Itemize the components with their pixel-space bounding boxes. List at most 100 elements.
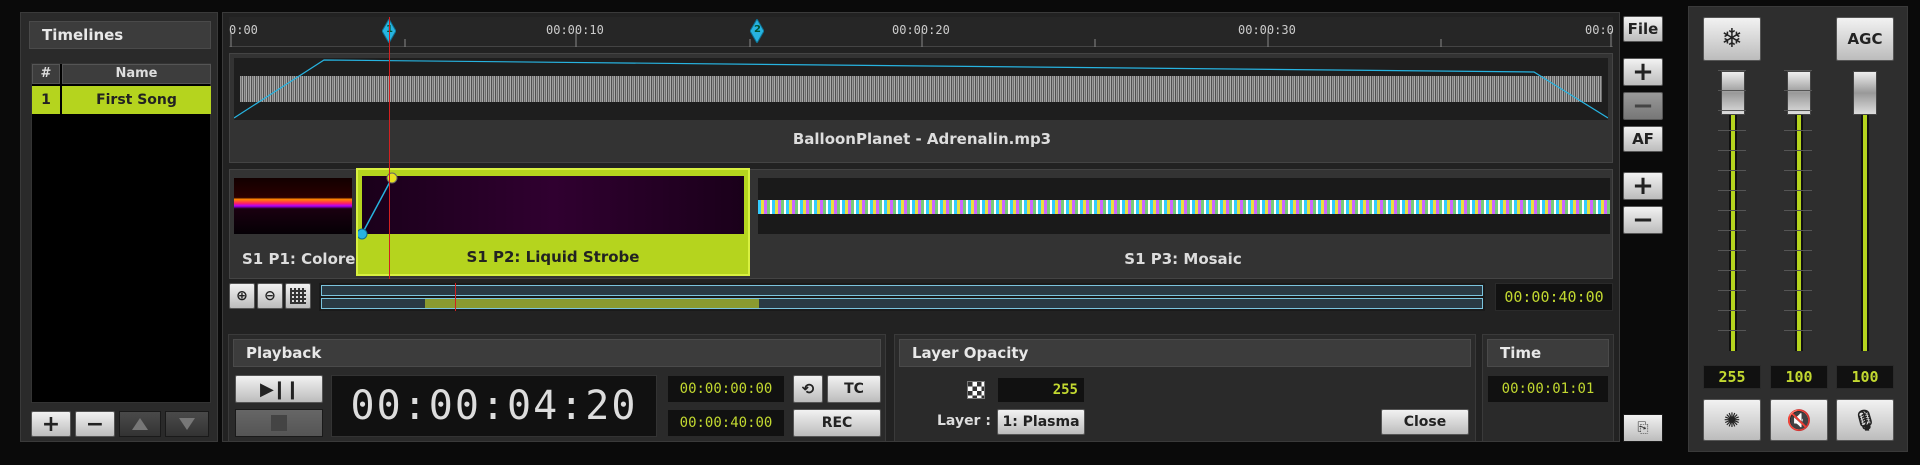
overview-selection[interactable] bbox=[425, 299, 759, 308]
master-panel: ❄ AGC 255 100 100 ✺ 🔇 🎙 bbox=[1688, 6, 1908, 452]
arrow-up-icon bbox=[132, 418, 148, 430]
layer-opacity-panel: Layer Opacity 255 Layer : 1: Plasma Clos… bbox=[894, 334, 1476, 442]
audio-file-label: BalloonPlanet - Adrenalin.mp3 bbox=[792, 130, 1052, 148]
fader-tick bbox=[1784, 270, 1812, 271]
time-panel: Time 00:00:01:01 bbox=[1482, 334, 1614, 442]
clip-liquid-strobe[interactable]: S1 P2: Liquid Strobe bbox=[356, 168, 750, 276]
stop-button[interactable] bbox=[235, 409, 323, 437]
fader-knob[interactable] bbox=[1787, 71, 1811, 115]
timelines-list: # Name 1 First Song bbox=[31, 63, 211, 403]
remove-timeline-button[interactable]: − bbox=[75, 411, 115, 437]
fader-tick bbox=[1784, 230, 1812, 231]
zoom-out-button[interactable]: ⊖ bbox=[257, 283, 283, 309]
fader-knob[interactable] bbox=[1853, 71, 1877, 115]
ruler-tick-label: 00:00:10 bbox=[546, 23, 604, 37]
start-time-field[interactable]: 00:00:00:00 bbox=[667, 375, 785, 403]
snowflake-icon: ❄ bbox=[1721, 24, 1743, 54]
export-icon: ⎘ bbox=[1637, 420, 1649, 436]
mic-mute-icon: 🎙 bbox=[1852, 408, 1878, 432]
layer-opacity-title: Layer Opacity bbox=[899, 339, 1471, 367]
time-ruler[interactable]: 0:00 00:00:10 00:00:20 00:00:30 00:0 1 2 bbox=[229, 17, 1614, 47]
fader-fill bbox=[1863, 93, 1867, 351]
speaker-mute-icon: 🔇 bbox=[1786, 408, 1812, 432]
timelines-title: Timelines bbox=[29, 21, 211, 49]
fader-tick bbox=[1784, 190, 1812, 191]
agc-button[interactable]: AGC bbox=[1836, 17, 1894, 61]
play-pause-button[interactable]: ▶❙❙ bbox=[235, 375, 323, 403]
zoom-fit-button[interactable] bbox=[285, 283, 311, 309]
strobe-off-icon: ✺ bbox=[1723, 408, 1741, 432]
mute-button[interactable]: 🔇 bbox=[1770, 399, 1828, 441]
timeline-end-time[interactable]: 00:00:40:00 bbox=[1495, 283, 1613, 311]
fader-tick bbox=[1784, 70, 1812, 71]
ruler-tick-label: 00:00:20 bbox=[892, 23, 950, 37]
master-fader-3[interactable] bbox=[1853, 67, 1877, 355]
playback-title: Playback bbox=[233, 339, 881, 367]
stop-icon bbox=[271, 415, 287, 431]
ruler-tick-label: 00:0 bbox=[1585, 23, 1614, 37]
zoom-in-button[interactable]: ⊕ bbox=[229, 283, 255, 309]
loop-button[interactable]: ⟲ bbox=[793, 375, 823, 403]
fader-tick bbox=[1784, 90, 1812, 91]
fader-tick bbox=[1718, 290, 1746, 291]
fader-tick bbox=[1718, 70, 1746, 71]
fader-knob[interactable] bbox=[1721, 71, 1745, 115]
fader-tick bbox=[1718, 110, 1746, 111]
remove-layer-button[interactable]: − bbox=[1623, 205, 1663, 235]
tc-button[interactable]: TC bbox=[827, 375, 881, 403]
fader-tick bbox=[1784, 290, 1812, 291]
clip-thumbnail bbox=[234, 178, 352, 234]
fader-tick bbox=[1784, 310, 1812, 311]
fader-tick bbox=[1718, 210, 1746, 211]
add-audio-button[interactable]: + bbox=[1623, 57, 1663, 87]
clip-thumbnail bbox=[758, 178, 1610, 234]
fader-tick bbox=[1718, 310, 1746, 311]
add-timeline-button[interactable]: + bbox=[31, 411, 71, 437]
remove-audio-button[interactable]: − bbox=[1623, 91, 1663, 121]
add-layer-button[interactable]: + bbox=[1623, 171, 1663, 201]
move-down-button[interactable] bbox=[165, 411, 209, 437]
zoom-scrollbar[interactable] bbox=[319, 283, 1485, 311]
fader-tick bbox=[1718, 270, 1746, 271]
fader-tick bbox=[1784, 130, 1812, 131]
opacity-value-field[interactable]: 255 bbox=[997, 377, 1085, 403]
time-value-field[interactable]: 00:00:01:01 bbox=[1487, 375, 1609, 403]
fader-tick bbox=[1718, 250, 1746, 251]
audio-track[interactable]: BalloonPlanet - Adrenalin.mp3 bbox=[229, 53, 1613, 163]
fader-tick bbox=[1718, 150, 1746, 151]
cue-label: 2 bbox=[754, 24, 761, 35]
fader-tick bbox=[1784, 170, 1812, 171]
layer-select[interactable]: 1: Plasma bbox=[997, 409, 1085, 435]
overview-playhead bbox=[455, 283, 456, 311]
cue-marker-2[interactable]: 2 bbox=[749, 18, 765, 44]
file-button[interactable]: File bbox=[1623, 16, 1663, 42]
arrow-down-icon bbox=[179, 418, 195, 430]
strobe-button[interactable]: ✺ bbox=[1703, 399, 1761, 441]
fader-fill bbox=[1797, 93, 1801, 351]
fader-tick bbox=[1784, 150, 1812, 151]
close-button[interactable]: Close bbox=[1381, 409, 1469, 435]
checker-icon bbox=[967, 381, 985, 399]
zoom-in-icon: ⊕ bbox=[236, 288, 248, 304]
rec-button[interactable]: REC bbox=[793, 409, 881, 437]
col-num-header[interactable]: # bbox=[32, 64, 60, 84]
clip-colored[interactable]: S1 P1: Colored bbox=[230, 170, 366, 276]
fader-tick bbox=[1718, 330, 1746, 331]
move-up-button[interactable] bbox=[119, 411, 161, 437]
playhead[interactable] bbox=[389, 17, 390, 279]
mic-mute-button[interactable]: 🎙 bbox=[1836, 399, 1894, 441]
clip-envelope bbox=[358, 172, 398, 240]
end-time-field[interactable]: 00:00:40:00 bbox=[667, 409, 785, 437]
fader-tick bbox=[1718, 90, 1746, 91]
clip-track: S1 P1: Colored S1 P2: Liquid Strobe S1 P… bbox=[229, 168, 1613, 279]
clip-label: S1 P1: Colored bbox=[242, 250, 367, 268]
col-name-header[interactable]: Name bbox=[62, 64, 211, 84]
af-button[interactable]: AF bbox=[1623, 126, 1663, 152]
clip-label: S1 P2: Liquid Strobe bbox=[466, 248, 640, 266]
freeze-button[interactable]: ❄ bbox=[1703, 17, 1761, 61]
master-value-3: 100 bbox=[1836, 365, 1894, 389]
timeline-row[interactable]: 1 First Song bbox=[32, 86, 212, 114]
loop-icon: ⟲ bbox=[801, 380, 815, 398]
clip-mosaic[interactable]: S1 P3: Mosaic bbox=[754, 170, 1612, 276]
export-button[interactable]: ⎘ bbox=[1623, 414, 1663, 442]
